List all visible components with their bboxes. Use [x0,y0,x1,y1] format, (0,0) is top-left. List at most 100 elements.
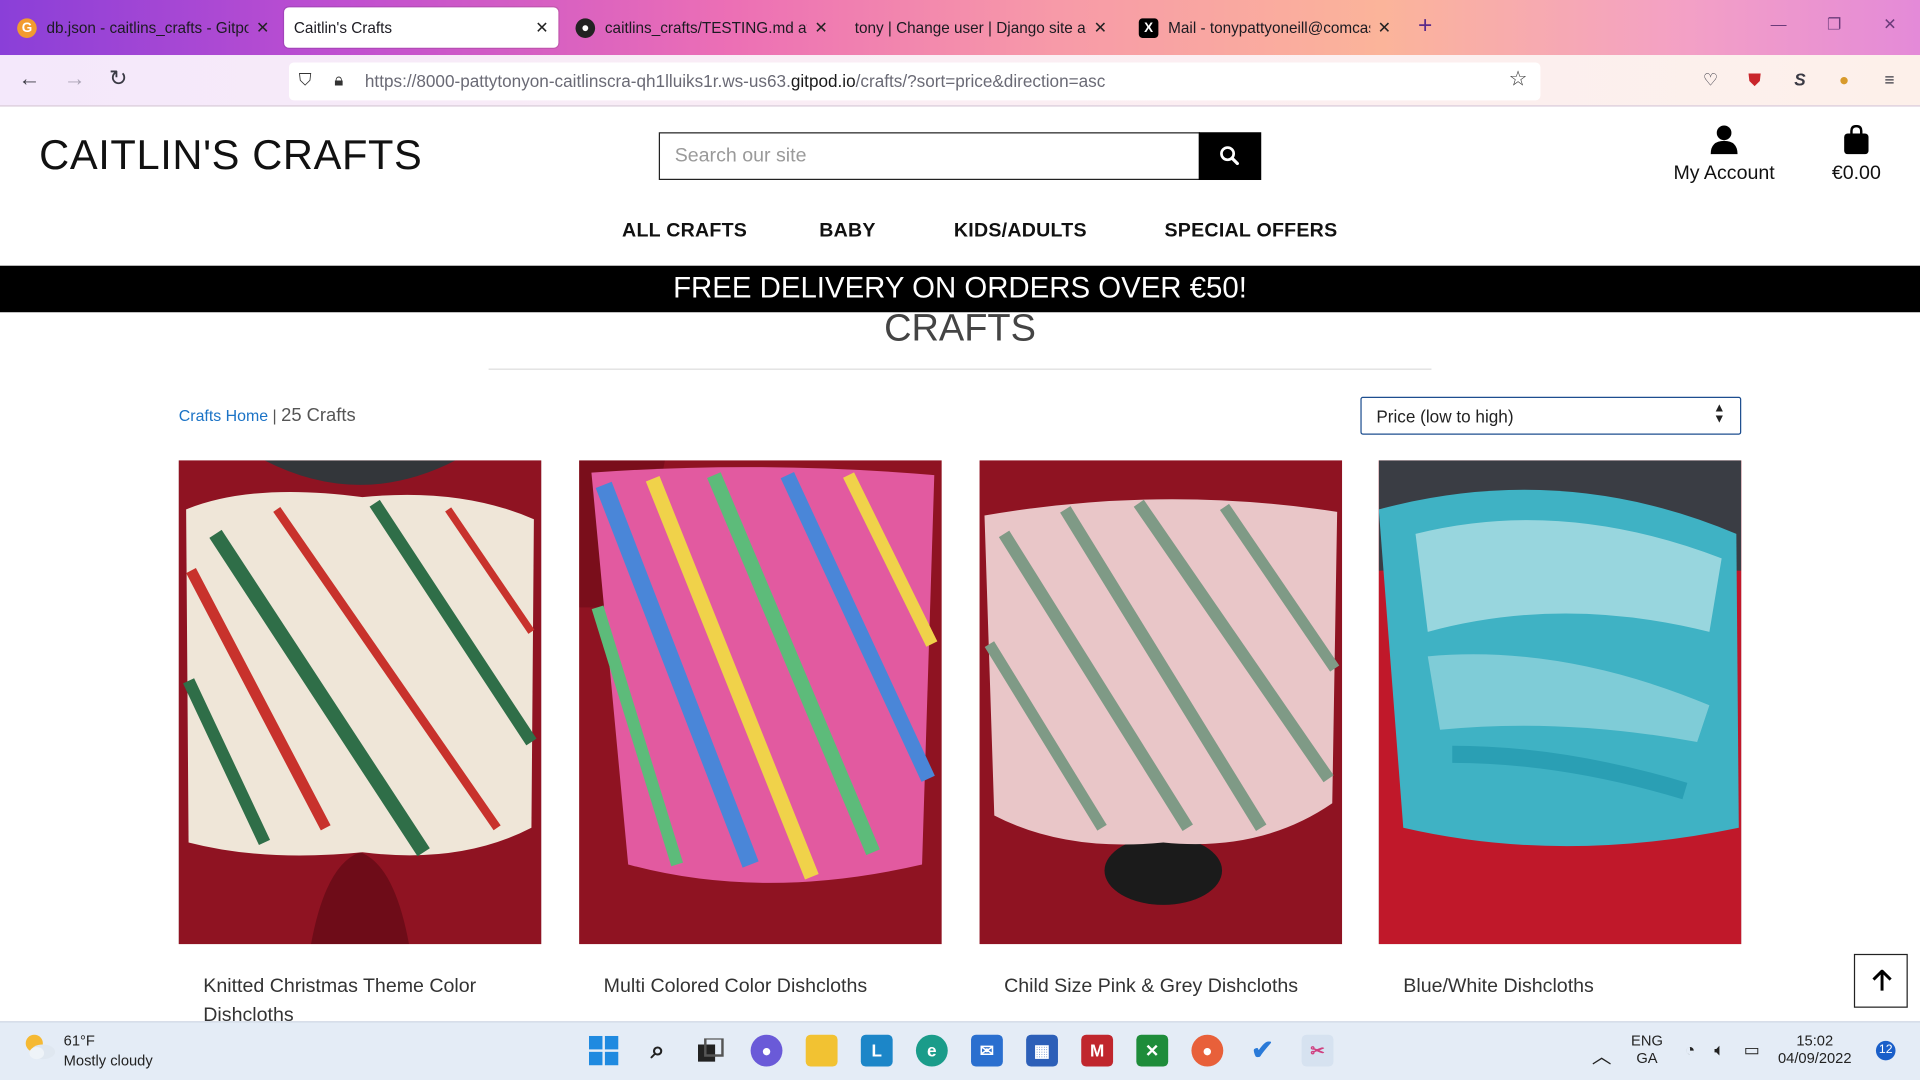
minimize-icon[interactable]: — [1771,15,1787,33]
crafts-home-link[interactable]: Crafts Home [179,407,268,425]
sort-selected-value: Price (low to high) [1376,406,1514,427]
url-bar[interactable]: ⛉ 🔒︎ https://8000-pattytonyon-caitlinscr… [288,62,1541,101]
tab-caitlins-crafts[interactable]: Caitlin's Crafts ✕ [284,7,559,48]
mail-icon[interactable]: ✉ [971,1034,1003,1067]
close-tab-icon[interactable]: ✕ [535,18,548,38]
nav-baby[interactable]: BABY [819,220,875,242]
page-title: CRAFTS [884,306,1036,349]
close-tab-icon[interactable]: ✕ [256,18,269,38]
lang-bottom: GA [1636,1049,1658,1067]
search-taskbar-icon[interactable]: ⌕ [642,1035,674,1067]
my-account-link[interactable]: My Account [1665,125,1783,185]
tab-django-admin[interactable]: tony | Change user | Django site ad ✕ [845,7,1117,47]
snipping-tool-icon[interactable]: ✂ [1301,1034,1334,1067]
battery-icon[interactable]: ▭ [1744,1040,1760,1061]
bookmark-star-icon[interactable]: ☆ [1509,67,1528,91]
task-view-icon[interactable] [696,1035,728,1067]
menu-icon[interactable]: ≡ [1878,69,1900,91]
product-name[interactable]: Multi Colored Color Dishcloths [604,972,922,1001]
nav-special-offers[interactable]: SPECIAL OFFERS [1164,220,1337,242]
knitted-dishcloth-image [178,460,542,945]
weather-desc: Mostly cloudy [63,1051,153,1069]
tab-title: db.json - caitlins_crafts - Gitpod [46,18,249,37]
chat-icon[interactable]: ● [750,1034,783,1067]
sort-select[interactable]: Price (low to high) ▲ ▼ [1360,396,1742,435]
chevron-up-icon[interactable]: ︿ [1592,1040,1612,1069]
xbox-icon[interactable]: ✕ [1136,1034,1169,1067]
tab-title: caitlins_crafts/TESTING.md at m [604,18,808,37]
shield-icon[interactable]: ⛉ [299,70,312,91]
reload-icon[interactable]: ↻ [109,66,127,92]
back-to-top-button[interactable] [1853,953,1908,1008]
restore-icon[interactable]: ❐ [1827,15,1841,35]
close-tab-icon[interactable]: ✕ [1378,18,1391,38]
tab-title: Mail - tonypattyoneill@comcast [1168,18,1371,37]
tab-gitpod[interactable]: G db.json - caitlins_crafts - Gitpod ✕ [7,7,279,47]
back-icon[interactable]: ← [18,66,40,92]
product-card[interactable]: Multi Colored Color Dishcloths [579,460,942,997]
search-button[interactable] [1198,132,1262,181]
close-window-icon[interactable]: ✕ [1883,15,1896,35]
extension-s-icon[interactable]: S [1789,69,1811,91]
file-explorer-icon[interactable] [805,1034,838,1067]
wifi-icon[interactable]: ◔ [1685,1040,1695,1060]
firefox-icon[interactable]: ● [1191,1034,1224,1067]
lock-icon[interactable]: 🔒︎ [334,70,343,91]
tab-title: tony | Change user | Django site ad [854,18,1087,37]
url-text: https://8000-pattytonyon-caitlinscra-qh1… [364,71,1106,91]
clock-time: 15:02 [1796,1032,1834,1050]
breadcrumb-separator: | [268,406,282,425]
mcafee-icon[interactable]: M [1081,1034,1114,1067]
taskbar: 61°F Mostly cloudy ⌕ ● L e ✉ ▦ M ✕ ● ✔ ✂… [0,1021,1920,1080]
weather-widget[interactable]: 61°F Mostly cloudy [22,1032,153,1069]
extension-shield-icon[interactable]: ⛊ [1744,69,1766,91]
notification-badge[interactable]: 12 [1875,1040,1896,1061]
screen: G db.json - caitlins_crafts - Gitpod ✕ C… [0,0,1920,1080]
tab-title: Caitlin's Crafts [293,18,393,37]
shopping-bag-icon [1844,124,1869,155]
product-card[interactable]: Blue/White Dishcloths [1378,460,1742,997]
product-image[interactable] [579,460,942,945]
pocket-icon[interactable]: ♡ [1700,69,1722,91]
new-tab-icon[interactable]: + [1418,12,1432,40]
clock[interactable]: 15:02 04/09/2022 [1778,1032,1852,1066]
todo-icon[interactable]: ✔ [1247,1035,1279,1067]
forward-icon[interactable]: → [64,66,86,92]
product-image[interactable] [1378,460,1742,945]
product-name[interactable]: Blue/White Dishcloths [1403,972,1721,1001]
product-card[interactable]: Child Size Pink & Grey Dishcloths [979,460,1343,997]
edge-icon[interactable]: e [915,1034,948,1067]
arrow-up-icon [1872,969,1892,991]
user-icon [1710,125,1738,155]
product-image[interactable] [979,460,1343,945]
close-tab-icon[interactable]: ✕ [814,18,827,38]
browser-tab-strip: G db.json - caitlins_crafts - Gitpod ✕ C… [0,0,1920,56]
product-count: 25 Crafts [281,405,356,427]
nav-all-crafts[interactable]: ALL CRAFTS [622,220,747,242]
knitted-dishcloth-image [579,460,942,945]
product-card[interactable]: Knitted Christmas Theme Color Dishcloths [178,460,542,1026]
l-app-icon[interactable]: L [860,1034,893,1067]
tab-mail[interactable]: X Mail - tonypattyoneill@comcast ✕ [1129,7,1401,47]
x-mail-icon: X [1138,17,1159,38]
close-tab-icon[interactable]: ✕ [1094,18,1107,38]
shopping-bag-link[interactable]: €0.00 [1822,124,1891,185]
volume-muted-icon[interactable]: 🔈︎ [1714,1040,1724,1061]
github-icon: ● [575,17,596,38]
start-icon[interactable] [588,1035,620,1067]
tab-github[interactable]: ● caitlins_crafts/TESTING.md at m ✕ [566,7,838,47]
browser-nav-bar: ← → ↻ ⛉ 🔒︎ https://8000-pattytonyon-cait… [0,55,1920,107]
store-icon[interactable]: ▦ [1026,1034,1058,1067]
language-indicator[interactable]: ENG GA [1631,1032,1663,1066]
extension-badge-icon[interactable]: ● [1833,69,1855,91]
site-logo[interactable]: CAITLIN'S CRAFTS [39,132,422,180]
select-arrows-icon: ▲ ▼ [1713,401,1726,427]
nav-kids-adults[interactable]: KIDS/ADULTS [954,220,1087,242]
product-name[interactable]: Child Size Pink & Grey Dishcloths [1004,972,1322,1001]
product-image[interactable] [178,460,542,945]
partly-cloudy-icon [25,1034,56,1060]
search-input[interactable]: Search our site [658,132,1201,181]
breadcrumb: Crafts Home | 25 Crafts [179,405,356,426]
clock-date: 04/09/2022 [1777,1049,1852,1067]
bag-total: €0.00 [1831,162,1881,184]
